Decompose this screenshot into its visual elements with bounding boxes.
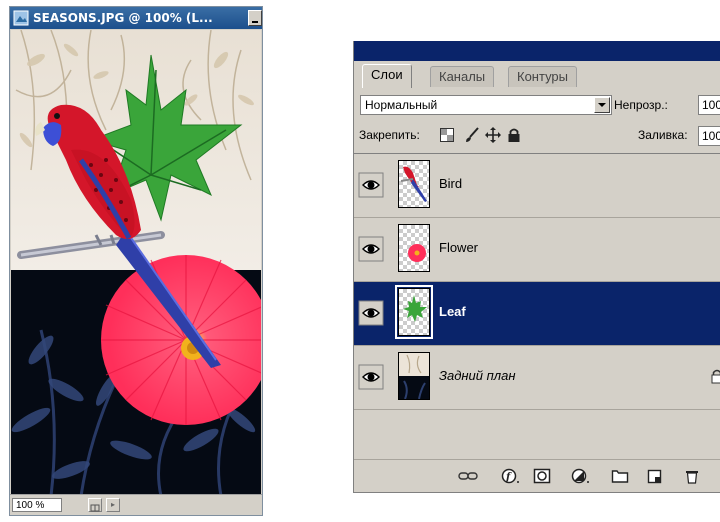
layer-row-bird[interactable]: Bird: [354, 154, 720, 218]
lock-label: Закрепить:: [359, 128, 420, 142]
palette-title-bar[interactable]: [354, 41, 720, 61]
leaf-thumbnail: [395, 285, 433, 339]
layer-style-icon[interactable]: f: [501, 468, 519, 484]
document-status-bar: 100 % ▸: [10, 494, 262, 515]
layer-name: Leaf: [439, 304, 466, 319]
tab-paths[interactable]: Контуры: [508, 66, 578, 87]
lock-transparency-icon[interactable]: [439, 127, 455, 143]
document-window: SEASONS.JPG @ 100% (L... 100 % ▸: [9, 6, 263, 516]
palette-tabs: Слои Каналы Контуры: [354, 61, 720, 88]
new-layer-icon[interactable]: [645, 468, 663, 484]
layer-name: Задний план: [439, 368, 516, 383]
opacity-label: Непрозр.:: [614, 98, 668, 112]
opacity-input[interactable]: 100%: [698, 95, 720, 115]
dropdown-arrow-icon[interactable]: [594, 97, 610, 113]
seasons-image: [11, 30, 261, 496]
layer-row-leaf[interactable]: Leaf: [354, 282, 720, 346]
delete-layer-icon[interactable]: [684, 468, 702, 484]
layer-mask-icon[interactable]: [533, 468, 551, 484]
blend-mode-select[interactable]: Нормальный: [360, 95, 612, 115]
layer-row-flower[interactable]: Flower: [354, 218, 720, 282]
fill-input[interactable]: 100%: [698, 126, 720, 146]
layer-row-background[interactable]: Задний план: [354, 346, 720, 410]
palette-bottom-bar: f: [354, 459, 720, 492]
adjustment-layer-icon[interactable]: [571, 468, 589, 484]
layer-name: Bird: [439, 176, 463, 191]
navigator-icon: [90, 504, 100, 512]
lock-all-icon[interactable]: [506, 127, 522, 143]
blend-mode-value: Нормальный: [365, 98, 438, 112]
lock-pixels-brush-icon[interactable]: [464, 127, 480, 143]
layer-name: Flower: [439, 240, 479, 255]
eye-icon[interactable]: [358, 172, 384, 198]
document-title: SEASONS.JPG @ 100% (L...: [33, 11, 213, 25]
background-thumbnail: [398, 352, 430, 400]
lock-icon: [711, 369, 720, 384]
fill-label: Заливка:: [638, 128, 688, 142]
blend-row: Нормальный Непрозр.: 100%: [354, 91, 720, 119]
document-title-bar[interactable]: SEASONS.JPG @ 100% (L...: [10, 7, 262, 29]
eye-icon[interactable]: [358, 300, 384, 326]
tab-layers[interactable]: Слои: [362, 64, 412, 88]
lock-position-move-icon[interactable]: [485, 127, 501, 143]
status-menu-button[interactable]: ▸: [106, 498, 120, 512]
eye-icon[interactable]: [358, 364, 384, 390]
link-layers-icon[interactable]: [458, 468, 478, 484]
tab-channels[interactable]: Каналы: [430, 66, 495, 87]
new-group-icon[interactable]: [611, 468, 629, 484]
minimize-button[interactable]: [248, 10, 262, 26]
bird-thumbnail: [398, 160, 430, 208]
photoshop-document-icon: [13, 10, 29, 26]
lock-row: Закрепить: Заливка: 100%: [354, 123, 720, 149]
flower-thumbnail: [398, 224, 430, 272]
zoom-field[interactable]: 100 %: [12, 498, 62, 512]
layers-list: Bird Flower Leaf Задний план: [354, 153, 720, 410]
layers-palette: Слои Каналы Контуры Нормальный Непрозр.:…: [353, 41, 720, 493]
status-info-button[interactable]: [88, 498, 102, 512]
image-canvas[interactable]: [11, 30, 261, 496]
eye-icon[interactable]: [358, 236, 384, 262]
